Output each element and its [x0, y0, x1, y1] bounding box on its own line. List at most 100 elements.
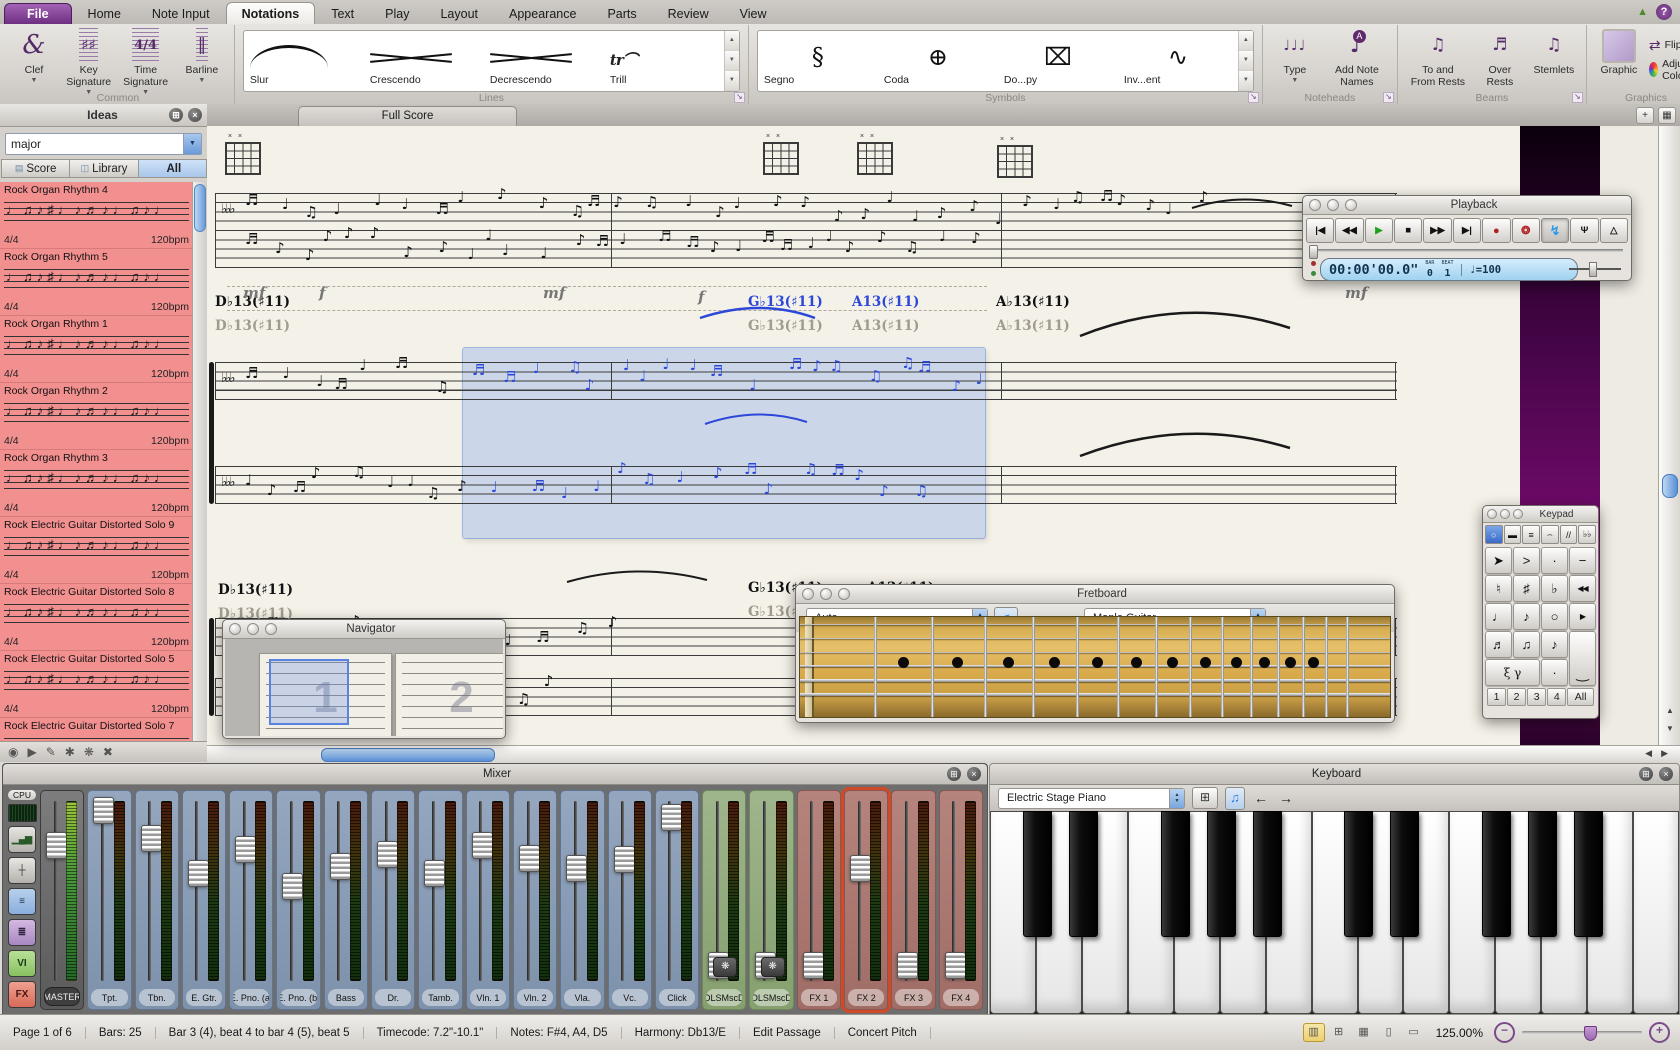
coda-item[interactable]: ⊕ Coda: [878, 31, 998, 91]
dynamic-marking[interactable]: mf: [1345, 284, 1367, 302]
playback-window[interactable]: Playback |◀◀◀▶■▶▶▶|●❂↯Ψ△ 00:00'00.0" BAR…: [1302, 195, 1632, 281]
mixer-channel-strip[interactable]: ❋ E. Pno. (a): [229, 790, 273, 1010]
chord-symbol[interactable]: A♭13(♯11): [996, 318, 1070, 334]
black-key[interactable]: [1069, 811, 1098, 937]
fader-knob[interactable]: [377, 841, 398, 868]
mixer-channel-strip[interactable]: ❋ DLSMscD: [749, 790, 793, 1010]
chord-symbol[interactable]: D♭13(♯11): [218, 582, 293, 598]
window-zoom-icon[interactable]: [1513, 509, 1523, 519]
keypad-key[interactable]: ξ γ: [1485, 659, 1540, 686]
mixer-channel-strip[interactable]: ❋ Bass: [324, 790, 368, 1010]
zoom-slider-thumb[interactable]: [1584, 1026, 1597, 1041]
barline-button[interactable]: ‖ Barline▼: [178, 27, 226, 86]
lines-dialog-launcher-icon[interactable]: ↘: [734, 92, 745, 103]
key-sign-button[interactable]: ♯♯ Key Signature▼: [64, 27, 113, 98]
status-segment[interactable]: Timecode: 7.2"-10.1": [364, 1027, 498, 1039]
dock-icon[interactable]: ⊞: [947, 767, 961, 781]
notehead-type-button[interactable]: ♩♩♩ Type▼: [1271, 27, 1319, 86]
mixer-channel-strip[interactable]: ❋ Click: [655, 790, 699, 1010]
fader-knob[interactable]: [141, 825, 162, 852]
add-note-names-button[interactable]: ♪A Add Note Names: [1325, 27, 1389, 89]
playback-titlebar[interactable]: Playback: [1303, 196, 1631, 215]
ideas-search-input[interactable]: major ▼: [5, 133, 202, 155]
window-close-icon[interactable]: [1309, 199, 1321, 211]
ribbon-tab[interactable]: Appearance: [494, 3, 591, 24]
close-icon[interactable]: ×: [1659, 767, 1673, 781]
window-close-icon[interactable]: [802, 588, 814, 600]
view-mode-icon[interactable]: ▯: [1378, 1023, 1400, 1042]
fader-knob[interactable]: [188, 860, 209, 887]
ribbon-tab[interactable]: Play: [370, 3, 424, 24]
qwerty-layout-icon[interactable]: ⊞: [1192, 787, 1218, 809]
window-minimize-icon[interactable]: [820, 588, 832, 600]
transport-button[interactable]: ▶|: [1453, 218, 1481, 243]
beams-over-rests-button[interactable]: ♬ Over Rests: [1476, 27, 1524, 89]
flip-button[interactable]: ⇄ Flip▼: [1649, 37, 1680, 54]
dynamic-marking[interactable]: mf: [243, 284, 265, 302]
keypad-key[interactable]: ♬: [1485, 631, 1512, 658]
transport-button[interactable]: ❂: [1512, 218, 1540, 243]
mixer-channel-strip[interactable]: ❋ Tpt.: [87, 790, 131, 1010]
keypad-layout-tab[interactable]: ▬: [1504, 525, 1522, 544]
ribbon-tab[interactable]: Note Input: [137, 3, 225, 24]
ribbon-tab[interactable]: File: [4, 3, 72, 24]
mixer-channel-strip[interactable]: ❋ FX 1: [797, 790, 841, 1010]
navigator-page-2[interactable]: 2: [395, 653, 503, 736]
mixer-channel-strip[interactable]: ❋ E. Gtr.: [182, 790, 226, 1010]
stemlets-button[interactable]: ♫ Stemlets: [1530, 27, 1578, 77]
window-zoom-icon[interactable]: [265, 623, 277, 635]
keypad-key[interactable]: ♮: [1485, 575, 1512, 602]
fader-knob[interactable]: [803, 952, 824, 979]
fader-knob[interactable]: [235, 836, 256, 863]
black-key[interactable]: [1574, 811, 1603, 937]
vertical-scrollbar[interactable]: ▲ ▼: [1658, 126, 1680, 745]
chord-diagram[interactable]: [225, 142, 261, 175]
fader-knob[interactable]: [614, 846, 635, 873]
dynamic-marking[interactable]: f: [698, 288, 704, 306]
status-segment[interactable]: Notes: F#4, A4, D5: [497, 1027, 621, 1039]
transport-button[interactable]: ▶: [1365, 218, 1393, 243]
adjust-color-button[interactable]: Adjust Color: [1649, 58, 1680, 82]
black-key[interactable]: [1390, 811, 1419, 937]
ribbon-tab[interactable]: Notations: [226, 2, 316, 24]
staff[interactable]: ♬♩♩♬♩♬♫♬♬♩♫♪♩♩♩♩♬♩♬♪♫♫♫♬♪♩: [215, 362, 1397, 400]
keypad-layout-tab[interactable]: ○: [1485, 525, 1503, 544]
ideas-tab[interactable]: All: [138, 159, 207, 178]
fader-knob[interactable]: [945, 952, 966, 979]
keypad-layout-tab[interactable]: //: [1560, 525, 1578, 544]
voice-button[interactable]: 1: [1487, 688, 1506, 706]
fader-knob[interactable]: [46, 832, 67, 859]
close-icon[interactable]: ×: [188, 108, 202, 122]
gear-icon[interactable]: ❋: [761, 957, 785, 977]
status-segment[interactable]: Edit Passage: [740, 1027, 835, 1039]
idea-item[interactable]: Rock Organ Rhythm 2 ♩♫♪♯♩♪♬♪♩♫♪♩ 4/4 120…: [0, 383, 193, 450]
white-key[interactable]: [1633, 811, 1679, 1014]
status-segment[interactable]: Concert Pitch: [835, 1027, 931, 1039]
keypad-key[interactable]: ◀◀: [1569, 575, 1596, 602]
window-minimize-icon[interactable]: [1500, 509, 1510, 519]
idea-item[interactable]: Rock Organ Rhythm 5 ♩♫♪♯♩♪♬♪♩♫♪♩ 4/4 120…: [0, 249, 193, 316]
horizontal-scroll-thumb[interactable]: [321, 748, 495, 762]
zoom-out-button[interactable]: −: [1494, 1022, 1515, 1043]
fader-knob[interactable]: [661, 804, 682, 831]
idea-item[interactable]: Rock Electric Guitar Distorted Solo 8 ♩♫…: [0, 584, 193, 651]
keypad-key[interactable]: ♫: [1513, 631, 1540, 658]
keypad-layout-tab[interactable]: ♭♭: [1578, 525, 1596, 544]
zoom-slider[interactable]: [1522, 1031, 1642, 1034]
keypad-key[interactable]: ♪: [1541, 631, 1568, 658]
transport-button[interactable]: ●: [1482, 218, 1510, 243]
mixer-view-button[interactable]: VI: [8, 950, 36, 977]
transport-button[interactable]: ▶▶: [1423, 218, 1451, 243]
fader-knob[interactable]: [282, 873, 303, 900]
lines-gallery-scroll[interactable]: ▲▼▼: [724, 31, 739, 91]
help-icon[interactable]: ?: [1656, 4, 1672, 20]
ribbon-tab[interactable]: Home: [73, 3, 136, 24]
dont-copy-item[interactable]: ⌧ Do...py: [998, 31, 1118, 91]
clef-button[interactable]: & Clef▼: [10, 27, 58, 86]
dock-icon[interactable]: ⊞: [169, 108, 183, 122]
mixer-channel-strip[interactable]: ❋ Tbn.: [135, 790, 179, 1010]
fretboard-neck[interactable]: [799, 616, 1391, 718]
keyboard-instrument-select[interactable]: Electric Stage Piano ▲▼: [998, 788, 1185, 809]
noteheads-dialog-launcher-icon[interactable]: ↘: [1383, 92, 1394, 103]
octave-down-icon[interactable]: ←: [1252, 790, 1270, 806]
